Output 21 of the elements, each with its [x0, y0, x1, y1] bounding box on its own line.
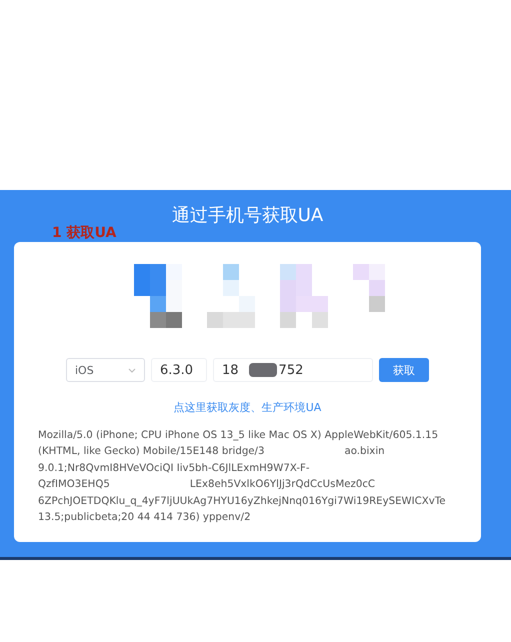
chevron-down-icon	[128, 368, 136, 372]
platform-select[interactable]: iOS	[66, 358, 145, 382]
pixelated-icon	[207, 264, 255, 328]
page-title: 通过手机号获取UA	[172, 204, 324, 228]
redaction-mark	[248, 363, 277, 377]
user-agent-text: 13.5;publicbeta;20 44 414 736) yppenv/2	[38, 512, 251, 524]
pixelated-icon	[280, 264, 328, 328]
user-agent-text: QzfIMO3EHQ5	[38, 479, 110, 490]
fetch-button[interactable]: 获取	[379, 358, 429, 382]
version-field[interactable]: 6.3.0	[151, 358, 207, 382]
user-agent-text: LEx8eh5VxlkO6YlJj3rQdCcUsMez0cC	[190, 479, 376, 490]
annotation-label: 1 获取UA	[52, 224, 116, 242]
phone-digits: 18	[222, 362, 239, 378]
user-agent-text: 6ZPchJOETDQKlu_q_4yF7ljUUkAg7HYU16yZhkejNnq016Ygi7Wi19REySEWICXvTe	[38, 496, 446, 507]
user-agent-text: Mozilla/5.0 (iPhone; CPU iPhone OS 13_5 like Mac OS X) AppleWebKit/605.1.15	[38, 430, 438, 441]
phone-digits: 752	[278, 362, 304, 378]
user-agent-text: 9.0.1;Nr8QvmI8HVeVOciQI Iiv5bh-C6JlLExmH9W7X-F-	[38, 462, 310, 474]
environment-ua-link[interactable]: 点这里获取灰度、生产环境UA	[174, 400, 322, 415]
user-agent-text: ao.bixin	[344, 446, 385, 458]
pixelated-icon	[134, 264, 182, 328]
user-agent-text: (KHTML, like Gecko) Mobile/15E148 bridge/3	[38, 446, 264, 458]
